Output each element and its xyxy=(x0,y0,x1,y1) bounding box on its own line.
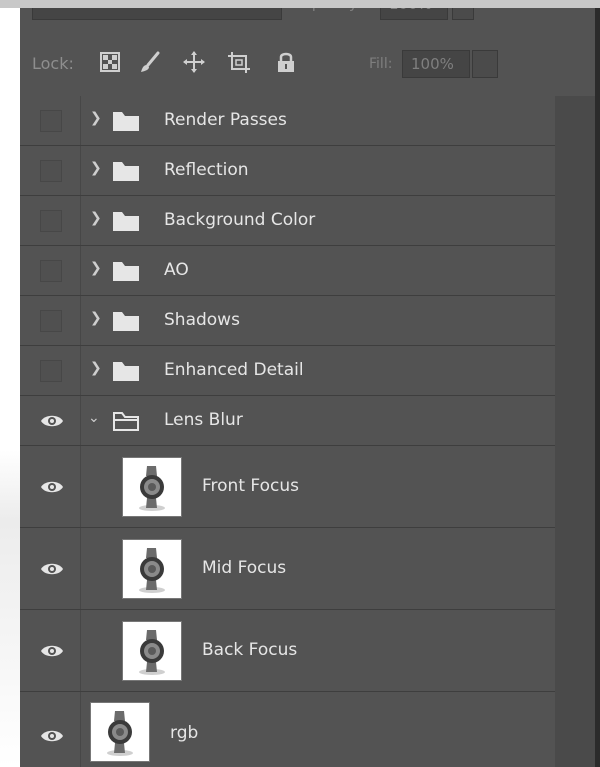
folder-icon xyxy=(112,360,140,386)
visibility-cell xyxy=(20,146,81,195)
watch-thumbnail-image xyxy=(107,711,133,756)
layer-group-row[interactable]: ❯ Shadows xyxy=(20,296,555,346)
watch-thumbnail-image xyxy=(139,548,165,593)
panel-right-edge xyxy=(595,0,600,767)
lock-position-icon[interactable] xyxy=(182,50,208,76)
visibility-cell xyxy=(20,610,81,691)
window-top-edge xyxy=(0,0,600,8)
chevron-right-icon[interactable]: ❯ xyxy=(90,310,102,326)
lock-artboard-icon[interactable] xyxy=(226,50,252,76)
layer-name: Render Passes xyxy=(164,110,287,130)
scrollbar-track[interactable] xyxy=(555,96,595,767)
layer-group-row[interactable]: ❯ Reflection xyxy=(20,146,555,196)
layer-name: Front Focus xyxy=(202,476,299,496)
eye-icon[interactable] xyxy=(40,413,64,433)
layer-row[interactable]: rgb xyxy=(20,692,555,767)
folder-icon xyxy=(112,260,140,286)
visibility-cell xyxy=(20,96,81,145)
visibility-cell xyxy=(20,396,81,445)
eye-icon[interactable] xyxy=(40,479,64,499)
layer-row[interactable]: Mid Focus xyxy=(20,528,555,610)
layers-panel: Normal ⌄ Opacity: 100% Lock: xyxy=(20,0,595,767)
open-folder-icon xyxy=(112,410,140,436)
eye-icon[interactable] xyxy=(40,561,64,581)
layer-name: Back Focus xyxy=(202,640,298,660)
visibility-toggle[interactable] xyxy=(40,110,62,132)
layer-thumbnail xyxy=(122,457,182,517)
fill-dropdown-button[interactable] xyxy=(472,50,498,78)
chevron-right-icon[interactable]: ❯ xyxy=(90,210,102,226)
fill-field[interactable]: 100% xyxy=(402,50,470,78)
watch-thumbnail-image xyxy=(139,630,165,675)
visibility-cell xyxy=(20,196,81,245)
layer-group-row[interactable]: ❯ Background Color xyxy=(20,196,555,246)
folder-icon xyxy=(112,110,140,136)
visibility-cell xyxy=(20,528,81,609)
layer-thumbnail xyxy=(122,539,182,599)
visibility-toggle[interactable] xyxy=(40,360,62,382)
layer-thumbnail xyxy=(90,702,150,762)
layer-group-row[interactable]: ❯ AO xyxy=(20,246,555,296)
folder-icon xyxy=(112,310,140,336)
layer-name: Shadows xyxy=(164,310,240,330)
layer-name: Background Color xyxy=(164,210,316,230)
fill-label: Fill: xyxy=(369,56,393,72)
fill-value: 100% xyxy=(411,55,454,73)
chevron-right-icon[interactable]: ❯ xyxy=(90,260,102,276)
layer-group-row[interactable]: ⌄ Lens Blur xyxy=(20,396,555,446)
visibility-cell xyxy=(20,296,81,345)
layer-row[interactable]: Back Focus xyxy=(20,610,555,692)
layer-name: Mid Focus xyxy=(202,558,287,578)
lock-transparent-pixels-icon[interactable] xyxy=(98,50,124,76)
layer-list: ❯ Render Passes ❯ Reflection ❯ Backgroun… xyxy=(20,96,555,767)
eye-icon[interactable] xyxy=(40,643,64,663)
chevron-right-icon[interactable]: ❯ xyxy=(90,360,102,376)
visibility-toggle[interactable] xyxy=(40,260,62,282)
chevron-right-icon[interactable]: ❯ xyxy=(90,160,102,176)
chevron-down-icon[interactable]: ⌄ xyxy=(88,410,100,426)
visibility-cell xyxy=(20,692,81,767)
layer-row[interactable]: Front Focus xyxy=(20,446,555,528)
folder-icon xyxy=(112,210,140,236)
lock-row: Lock: Fill: 100% xyxy=(20,44,595,84)
layer-name: rgb xyxy=(170,723,199,743)
visibility-toggle[interactable] xyxy=(40,210,62,232)
layer-name: AO xyxy=(164,260,189,280)
visibility-cell xyxy=(20,446,81,527)
layer-thumbnail xyxy=(122,621,182,681)
watch-thumbnail-image xyxy=(139,466,165,511)
layer-group-row[interactable]: ❯ Render Passes xyxy=(20,96,555,146)
lock-label: Lock: xyxy=(32,54,74,73)
lock-image-pixels-icon[interactable] xyxy=(138,50,164,76)
layer-name: Reflection xyxy=(164,160,249,180)
layer-name: Lens Blur xyxy=(164,410,243,430)
visibility-toggle[interactable] xyxy=(40,310,62,332)
folder-icon xyxy=(112,160,140,186)
layer-name: Enhanced Detail xyxy=(164,360,304,380)
layer-group-row[interactable]: ❯ Enhanced Detail xyxy=(20,346,555,396)
lock-all-icon[interactable] xyxy=(274,50,300,76)
visibility-toggle[interactable] xyxy=(40,160,62,182)
visibility-cell xyxy=(20,246,81,295)
visibility-cell xyxy=(20,346,81,395)
chevron-right-icon[interactable]: ❯ xyxy=(90,110,102,126)
eye-icon[interactable] xyxy=(40,728,64,748)
canvas-background xyxy=(0,0,20,767)
